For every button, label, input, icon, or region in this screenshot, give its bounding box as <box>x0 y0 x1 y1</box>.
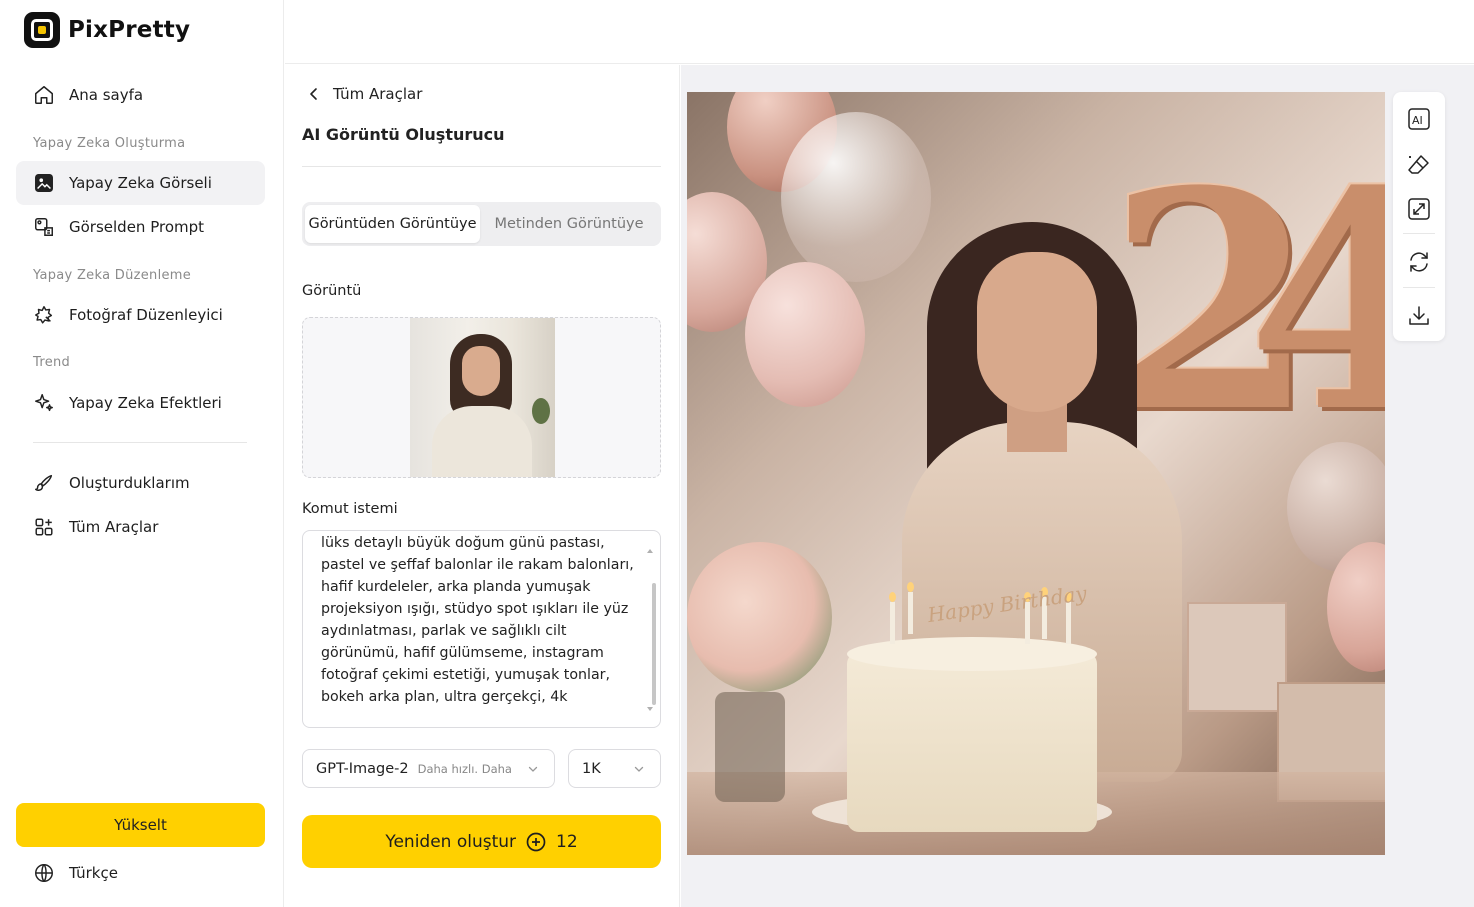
sidebar-item-ai-effects[interactable]: Yapay Zeka Efektleri <box>16 381 265 425</box>
prompt-scrollbar[interactable] <box>647 545 656 715</box>
sidebar-item-ai-image[interactable]: Yapay Zeka Görseli <box>16 161 265 205</box>
expand-button[interactable] <box>1406 196 1432 222</box>
resolution-value: 1K <box>582 760 601 777</box>
upgrade-button[interactable]: Yükselt <box>16 803 265 847</box>
image-label: Görüntü <box>302 283 362 299</box>
back-label: Tüm Araçlar <box>333 85 423 103</box>
generated-image[interactable]: 2 4 Happy Birthday <box>687 92 1385 855</box>
logo-text: PixPretty <box>68 17 191 43</box>
model-value: GPT-Image-2 <box>316 760 409 777</box>
regenerate-button[interactable]: Yeniden oluştur 12 <box>302 815 661 868</box>
brush-icon <box>35 474 53 491</box>
regenerate-image-button[interactable] <box>1406 249 1432 275</box>
sidebar-item-image-to-prompt[interactable]: Görselden Prompt <box>16 205 265 249</box>
logo-icon <box>24 12 60 48</box>
sparkle-icon <box>35 394 53 412</box>
home-icon <box>35 86 53 104</box>
sidebar-item-home[interactable]: Ana sayfa <box>16 73 265 117</box>
number-balloon-4: 4 <box>1247 125 1385 478</box>
section-label-generation: Yapay Zeka Oluşturma <box>33 136 186 151</box>
tool-panel: Tüm Araçlar AI Görüntü Oluşturucu Görünt… <box>285 65 680 907</box>
ai-image-icon <box>35 174 53 192</box>
image-to-prompt-icon <box>35 218 53 236</box>
preview-area: 2 4 Happy Birthday AI <box>681 65 1474 907</box>
refresh-icon <box>1410 252 1428 272</box>
svg-text:AI: AI <box>1412 114 1423 127</box>
resolution-select[interactable]: 1K <box>568 749 661 788</box>
panel-divider <box>302 166 661 167</box>
eraser-icon <box>1408 155 1429 174</box>
panel-title: AI Görüntü Oluşturucu <box>302 125 505 144</box>
tab-image-to-image[interactable]: Görüntüden Görüntüye <box>305 205 480 243</box>
sidebar: PixPretty Ana sayfa Yapay Zeka Oluşturma… <box>0 0 284 907</box>
ai-text-button[interactable]: AI <box>1406 106 1432 132</box>
download-button[interactable] <box>1406 303 1432 329</box>
sidebar-item-label: Fotoğraf Düzenleyici <box>69 306 223 324</box>
model-select[interactable]: GPT-Image-2 Daha hızlı. Daha <box>302 749 555 788</box>
mode-tabs: Görüntüden Görüntüye Metinden Görüntüye <box>302 202 661 246</box>
chevron-down-icon <box>528 766 538 772</box>
chevron-down-icon <box>634 766 644 772</box>
expand-icon <box>1408 198 1430 220</box>
photo-editor-icon <box>35 306 53 324</box>
globe-icon <box>35 864 53 882</box>
sidebar-item-label: Tüm Araçlar <box>69 518 159 536</box>
top-bar <box>285 0 1474 64</box>
sidebar-item-label: Yapay Zeka Efektleri <box>69 394 222 412</box>
sidebar-item-label: Yapay Zeka Görseli <box>69 174 212 192</box>
prompt-textarea[interactable]: lüks detaylı büyük doğum günü pastası, p… <box>302 530 661 728</box>
language-label: Türkçe <box>69 864 118 882</box>
sidebar-item-photo-editor[interactable]: Fotoğraf Düzenleyici <box>16 293 265 337</box>
language-selector[interactable]: Türkçe <box>33 862 118 884</box>
download-icon <box>1409 306 1429 325</box>
image-toolbar: AI <box>1393 92 1445 341</box>
credit-count: 12 <box>556 831 578 852</box>
sidebar-item-label: Görselden Prompt <box>69 218 205 236</box>
prompt-label: Komut istemi <box>302 501 398 517</box>
eraser-button[interactable] <box>1406 152 1432 178</box>
image-upload-area[interactable] <box>302 317 661 478</box>
sidebar-item-label: Oluşturduklarım <box>69 474 190 492</box>
sidebar-item-all-tools[interactable]: Tüm Araçlar <box>16 505 265 549</box>
uploaded-image-thumbnail <box>410 318 555 477</box>
regenerate-label: Yeniden oluştur <box>385 831 517 852</box>
back-to-all-tools[interactable]: Tüm Araçlar <box>307 85 422 103</box>
chevron-left-icon <box>310 88 317 100</box>
sidebar-item-my-creations[interactable]: Oluşturduklarım <box>16 461 265 505</box>
credit-plus-icon <box>526 832 546 851</box>
ai-text-icon: AI <box>1408 108 1430 130</box>
section-label-editing: Yapay Zeka Düzenleme <box>33 268 192 283</box>
sidebar-item-label: Ana sayfa <box>69 86 144 104</box>
logo[interactable]: PixPretty <box>24 12 190 48</box>
model-hint: Daha hızlı. Daha <box>417 761 512 776</box>
tab-text-to-image[interactable]: Metinden Görüntüye <box>480 205 658 243</box>
sidebar-divider <box>33 442 247 443</box>
prompt-text: lüks detaylı büyük doğum günü pastası, p… <box>321 535 634 705</box>
grid-icon <box>35 518 53 536</box>
section-label-trend: Trend <box>33 355 71 370</box>
